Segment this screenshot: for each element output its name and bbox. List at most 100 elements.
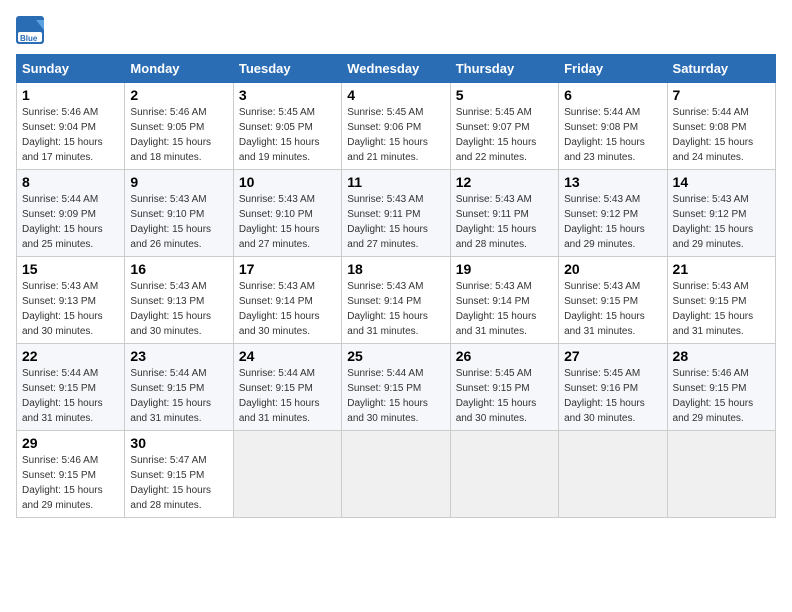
day-info: Sunrise: 5:43 AM Sunset: 9:10 PM Dayligh…	[130, 192, 227, 252]
calendar-table: SundayMondayTuesdayWednesdayThursdayFrid…	[16, 54, 776, 518]
day-info: Sunrise: 5:46 AM Sunset: 9:15 PM Dayligh…	[673, 366, 770, 426]
day-number: 30	[130, 435, 227, 451]
calendar-week-row-3: 15 Sunrise: 5:43 AM Sunset: 9:13 PM Dayl…	[17, 257, 776, 344]
day-number: 16	[130, 261, 227, 277]
day-number: 24	[239, 348, 336, 364]
calendar-cell	[233, 431, 341, 518]
day-number: 10	[239, 174, 336, 190]
day-number: 15	[22, 261, 119, 277]
logo: Blue	[16, 16, 48, 44]
day-number: 4	[347, 87, 444, 103]
calendar-cell: 27 Sunrise: 5:45 AM Sunset: 9:16 PM Dayl…	[559, 344, 667, 431]
calendar-cell: 3 Sunrise: 5:45 AM Sunset: 9:05 PM Dayli…	[233, 83, 341, 170]
calendar-cell: 30 Sunrise: 5:47 AM Sunset: 9:15 PM Dayl…	[125, 431, 233, 518]
calendar-cell: 26 Sunrise: 5:45 AM Sunset: 9:15 PM Dayl…	[450, 344, 558, 431]
day-info: Sunrise: 5:44 AM Sunset: 9:09 PM Dayligh…	[22, 192, 119, 252]
day-number: 5	[456, 87, 553, 103]
calendar-week-row-4: 22 Sunrise: 5:44 AM Sunset: 9:15 PM Dayl…	[17, 344, 776, 431]
day-number: 18	[347, 261, 444, 277]
day-info: Sunrise: 5:43 AM Sunset: 9:15 PM Dayligh…	[673, 279, 770, 339]
day-info: Sunrise: 5:44 AM Sunset: 9:15 PM Dayligh…	[347, 366, 444, 426]
day-number: 26	[456, 348, 553, 364]
day-info: Sunrise: 5:43 AM Sunset: 9:12 PM Dayligh…	[564, 192, 661, 252]
day-info: Sunrise: 5:46 AM Sunset: 9:15 PM Dayligh…	[22, 453, 119, 513]
day-number: 6	[564, 87, 661, 103]
day-info: Sunrise: 5:43 AM Sunset: 9:14 PM Dayligh…	[456, 279, 553, 339]
calendar-cell: 20 Sunrise: 5:43 AM Sunset: 9:15 PM Dayl…	[559, 257, 667, 344]
day-number: 14	[673, 174, 770, 190]
calendar-cell: 28 Sunrise: 5:46 AM Sunset: 9:15 PM Dayl…	[667, 344, 775, 431]
day-number: 1	[22, 87, 119, 103]
day-number: 7	[673, 87, 770, 103]
day-info: Sunrise: 5:44 AM Sunset: 9:08 PM Dayligh…	[673, 105, 770, 165]
calendar-cell: 23 Sunrise: 5:44 AM Sunset: 9:15 PM Dayl…	[125, 344, 233, 431]
calendar-cell: 15 Sunrise: 5:43 AM Sunset: 9:13 PM Dayl…	[17, 257, 125, 344]
calendar-cell: 19 Sunrise: 5:43 AM Sunset: 9:14 PM Dayl…	[450, 257, 558, 344]
day-number: 27	[564, 348, 661, 364]
calendar-cell: 8 Sunrise: 5:44 AM Sunset: 9:09 PM Dayli…	[17, 170, 125, 257]
calendar-cell: 16 Sunrise: 5:43 AM Sunset: 9:13 PM Dayl…	[125, 257, 233, 344]
day-info: Sunrise: 5:43 AM Sunset: 9:14 PM Dayligh…	[347, 279, 444, 339]
calendar-cell: 10 Sunrise: 5:43 AM Sunset: 9:10 PM Dayl…	[233, 170, 341, 257]
day-info: Sunrise: 5:45 AM Sunset: 9:16 PM Dayligh…	[564, 366, 661, 426]
day-number: 23	[130, 348, 227, 364]
logo-icon: Blue	[16, 16, 44, 44]
day-number: 9	[130, 174, 227, 190]
day-number: 3	[239, 87, 336, 103]
day-info: Sunrise: 5:45 AM Sunset: 9:15 PM Dayligh…	[456, 366, 553, 426]
calendar-cell: 24 Sunrise: 5:44 AM Sunset: 9:15 PM Dayl…	[233, 344, 341, 431]
day-number: 21	[673, 261, 770, 277]
day-info: Sunrise: 5:47 AM Sunset: 9:15 PM Dayligh…	[130, 453, 227, 513]
day-info: Sunrise: 5:45 AM Sunset: 9:05 PM Dayligh…	[239, 105, 336, 165]
day-info: Sunrise: 5:43 AM Sunset: 9:11 PM Dayligh…	[456, 192, 553, 252]
calendar-cell: 7 Sunrise: 5:44 AM Sunset: 9:08 PM Dayli…	[667, 83, 775, 170]
calendar-week-row-2: 8 Sunrise: 5:44 AM Sunset: 9:09 PM Dayli…	[17, 170, 776, 257]
weekday-header-saturday: Saturday	[667, 55, 775, 83]
calendar-cell: 14 Sunrise: 5:43 AM Sunset: 9:12 PM Dayl…	[667, 170, 775, 257]
calendar-cell: 18 Sunrise: 5:43 AM Sunset: 9:14 PM Dayl…	[342, 257, 450, 344]
day-info: Sunrise: 5:43 AM Sunset: 9:12 PM Dayligh…	[673, 192, 770, 252]
calendar-cell: 21 Sunrise: 5:43 AM Sunset: 9:15 PM Dayl…	[667, 257, 775, 344]
calendar-week-row-1: 1 Sunrise: 5:46 AM Sunset: 9:04 PM Dayli…	[17, 83, 776, 170]
calendar-cell: 11 Sunrise: 5:43 AM Sunset: 9:11 PM Dayl…	[342, 170, 450, 257]
calendar-header-row: SundayMondayTuesdayWednesdayThursdayFrid…	[17, 55, 776, 83]
svg-text:Blue: Blue	[20, 34, 38, 43]
weekday-header-sunday: Sunday	[17, 55, 125, 83]
day-number: 8	[22, 174, 119, 190]
weekday-header-friday: Friday	[559, 55, 667, 83]
calendar-cell: 9 Sunrise: 5:43 AM Sunset: 9:10 PM Dayli…	[125, 170, 233, 257]
day-info: Sunrise: 5:43 AM Sunset: 9:15 PM Dayligh…	[564, 279, 661, 339]
day-number: 29	[22, 435, 119, 451]
day-number: 28	[673, 348, 770, 364]
day-number: 25	[347, 348, 444, 364]
day-info: Sunrise: 5:43 AM Sunset: 9:13 PM Dayligh…	[130, 279, 227, 339]
calendar-cell: 25 Sunrise: 5:44 AM Sunset: 9:15 PM Dayl…	[342, 344, 450, 431]
day-info: Sunrise: 5:43 AM Sunset: 9:10 PM Dayligh…	[239, 192, 336, 252]
day-info: Sunrise: 5:43 AM Sunset: 9:14 PM Dayligh…	[239, 279, 336, 339]
day-number: 22	[22, 348, 119, 364]
day-info: Sunrise: 5:45 AM Sunset: 9:07 PM Dayligh…	[456, 105, 553, 165]
day-info: Sunrise: 5:44 AM Sunset: 9:08 PM Dayligh…	[564, 105, 661, 165]
weekday-header-monday: Monday	[125, 55, 233, 83]
day-info: Sunrise: 5:44 AM Sunset: 9:15 PM Dayligh…	[22, 366, 119, 426]
day-number: 11	[347, 174, 444, 190]
calendar-cell	[559, 431, 667, 518]
calendar-cell: 2 Sunrise: 5:46 AM Sunset: 9:05 PM Dayli…	[125, 83, 233, 170]
day-info: Sunrise: 5:46 AM Sunset: 9:04 PM Dayligh…	[22, 105, 119, 165]
calendar-cell: 1 Sunrise: 5:46 AM Sunset: 9:04 PM Dayli…	[17, 83, 125, 170]
day-number: 20	[564, 261, 661, 277]
day-info: Sunrise: 5:43 AM Sunset: 9:13 PM Dayligh…	[22, 279, 119, 339]
weekday-header-wednesday: Wednesday	[342, 55, 450, 83]
calendar-week-row-5: 29 Sunrise: 5:46 AM Sunset: 9:15 PM Dayl…	[17, 431, 776, 518]
calendar-cell	[450, 431, 558, 518]
day-number: 19	[456, 261, 553, 277]
calendar-cell: 22 Sunrise: 5:44 AM Sunset: 9:15 PM Dayl…	[17, 344, 125, 431]
day-number: 2	[130, 87, 227, 103]
day-info: Sunrise: 5:44 AM Sunset: 9:15 PM Dayligh…	[239, 366, 336, 426]
calendar-cell	[667, 431, 775, 518]
weekday-header-thursday: Thursday	[450, 55, 558, 83]
calendar-cell: 17 Sunrise: 5:43 AM Sunset: 9:14 PM Dayl…	[233, 257, 341, 344]
calendar-cell: 13 Sunrise: 5:43 AM Sunset: 9:12 PM Dayl…	[559, 170, 667, 257]
day-number: 12	[456, 174, 553, 190]
calendar-cell: 29 Sunrise: 5:46 AM Sunset: 9:15 PM Dayl…	[17, 431, 125, 518]
